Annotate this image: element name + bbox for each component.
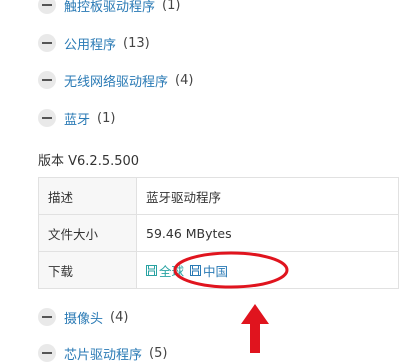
category-count: (5) xyxy=(149,345,168,361)
category-count: (1) xyxy=(97,110,116,126)
category-count: (1) xyxy=(162,0,181,13)
category-count: (4) xyxy=(175,72,194,88)
category-label[interactable]: 无线网络驱动程序 xyxy=(64,71,168,90)
category-camera[interactable]: 摄像头 (4) xyxy=(38,306,128,328)
table-row: 文件大小 59.46 MBytes xyxy=(38,214,399,252)
category-label[interactable]: 摄像头 xyxy=(64,308,103,327)
download-key: 下载 xyxy=(38,251,137,289)
category-label[interactable]: 公用程序 xyxy=(64,34,116,53)
category-wireless[interactable]: 无线网络驱动程序 (4) xyxy=(38,69,193,91)
category-bluetooth[interactable]: 蓝牙 (1) xyxy=(38,107,115,129)
size-key: 文件大小 xyxy=(38,214,137,252)
description-key: 描述 xyxy=(38,177,137,215)
annotation-ellipse xyxy=(173,251,289,289)
category-label[interactable]: 蓝牙 xyxy=(64,109,90,128)
minus-circle-icon[interactable] xyxy=(38,71,56,89)
annotation-arrow-icon xyxy=(241,304,269,353)
category-count: (4) xyxy=(110,309,129,325)
category-label[interactable]: 芯片驱动程序 xyxy=(64,344,142,363)
minus-circle-icon[interactable] xyxy=(38,308,56,326)
size-value: 59.46 MBytes xyxy=(136,214,399,252)
category-count: (13) xyxy=(123,35,150,51)
minus-circle-icon[interactable] xyxy=(38,34,56,52)
table-row: 描述 蓝牙驱动程序 xyxy=(38,177,399,215)
floppy-disk-icon xyxy=(146,264,157,276)
minus-circle-icon[interactable] xyxy=(38,0,56,14)
minus-circle-icon[interactable] xyxy=(38,109,56,127)
category-touchpad[interactable]: 触控板驱动程序 (1) xyxy=(38,0,180,16)
category-utilities[interactable]: 公用程序 (13) xyxy=(38,32,150,54)
category-chipset[interactable]: 芯片驱动程序 (5) xyxy=(38,342,167,364)
minus-circle-icon[interactable] xyxy=(38,344,56,362)
description-value: 蓝牙驱动程序 xyxy=(136,177,399,215)
category-label[interactable]: 触控板驱动程序 xyxy=(64,0,155,15)
driver-version: 版本 V6.2.5.500 xyxy=(38,154,140,169)
